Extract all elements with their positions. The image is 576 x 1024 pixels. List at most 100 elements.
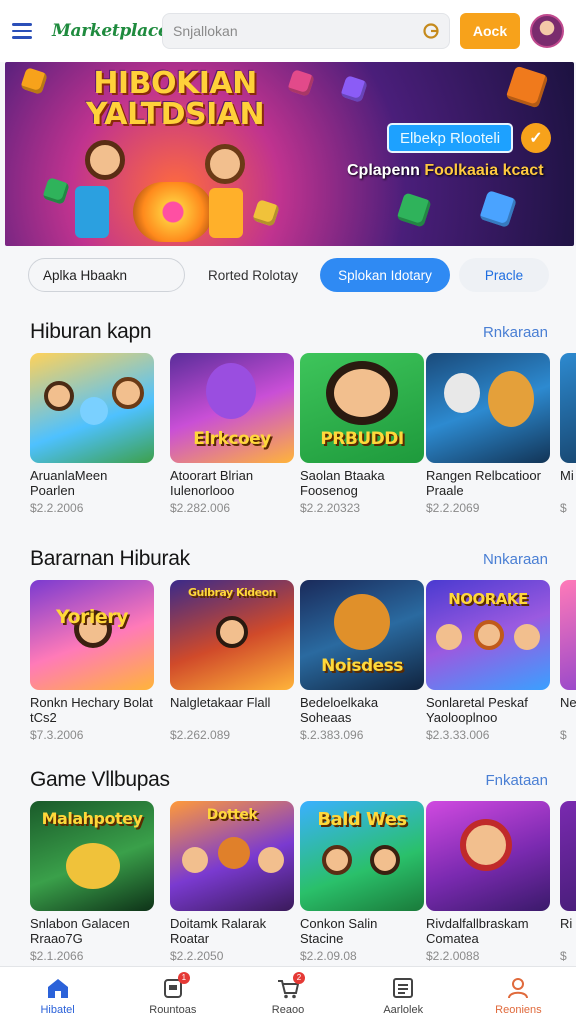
nav-item-list[interactable]: Aarlolek <box>346 967 461 1024</box>
product-card[interactable]: AruanlaMeen Poarlen $2.2.2006 <box>30 353 154 515</box>
header-action-button[interactable]: Aock <box>460 13 520 49</box>
section-title: Hiburan kapn <box>30 320 152 343</box>
product-card[interactable]: Rivdalfallbraskam Comatea $2.2.0088 <box>426 801 550 963</box>
product-title: Snlabon Galacen Rraao7G <box>30 916 130 946</box>
product-thumbnail <box>560 801 576 911</box>
product-title: Rangen Relbcatioor Praale <box>426 468 541 498</box>
app-logo[interactable]: Marketplace <box>52 21 169 41</box>
product-thumbnail: Noisdess <box>300 580 424 690</box>
nav-label: Hibatel <box>40 1003 75 1016</box>
product-thumbnail <box>426 801 550 911</box>
notification-badge: 1 <box>177 971 190 984</box>
nav-label: Reoniens <box>495 1003 542 1016</box>
cube-decoration <box>479 190 517 228</box>
product-card[interactable]: Noisdess Bedeloelkaka Soheaas $.2.383.09… <box>300 580 424 742</box>
product-title: Ronkn Hechary Bolat tCs2 <box>30 695 153 725</box>
banner-subtitle-highlight: Foolkaaia kcact <box>424 162 544 179</box>
product-price: $.2.383.096 <box>300 728 364 742</box>
user-avatar[interactable] <box>530 14 564 48</box>
product-thumbnail <box>426 353 550 463</box>
product-card[interactable]: Gulbray Kideon Nalgletakaar Flall $2.262… <box>170 580 294 742</box>
nav-item-games[interactable]: 1 Rountoas <box>115 967 230 1024</box>
product-price: $2.2.0088 <box>426 949 480 963</box>
product-price: $ <box>560 501 567 515</box>
product-title: Doitamk Ralarak Roatar <box>170 916 267 946</box>
product-price: $2.2.2006 <box>30 501 84 515</box>
product-title: AruanlaMeen Poarlen <box>30 468 108 498</box>
nav-item-home[interactable]: Hibatel <box>0 967 115 1024</box>
product-row: Yoriery Ronkn Hechary Bolat tCs2 $7.3.20… <box>30 580 576 750</box>
machine-illustration <box>133 182 213 242</box>
product-title: Rivdalfallbraskam Comatea <box>426 916 529 946</box>
product-row: Malahpotey Snlabon Galacen Rraao7G $2.1.… <box>30 801 576 971</box>
menu-icon[interactable] <box>12 16 42 46</box>
product-card[interactable]: Malahpotey Snlabon Galacen Rraao7G $2.1.… <box>30 801 154 963</box>
cube-decoration <box>42 177 70 205</box>
product-price: $ <box>560 949 567 963</box>
nav-item-cart[interactable]: 2 Reaoo <box>230 967 345 1024</box>
search-bar[interactable] <box>162 13 450 49</box>
product-thumbnail: Elrkcoey <box>170 353 294 463</box>
product-thumbnail: NOORAKE <box>426 580 550 690</box>
refresh-search-icon[interactable] <box>421 21 441 41</box>
product-price: $2.282.006 <box>170 501 231 515</box>
banner-subtitle-prefix: Cplapenn <box>347 162 425 179</box>
gamepad-icon: 1 <box>160 971 190 1000</box>
nav-label: Rountoas <box>149 1003 197 1016</box>
product-card[interactable]: Rangen Relbcatioor Praale $2.2.2069 <box>426 353 550 515</box>
cube-decoration <box>287 69 315 97</box>
section-header: Game Vllbupas Fnkataan <box>30 768 548 792</box>
product-price: $2.262.089 <box>170 728 231 742</box>
filter-chip-active[interactable]: Splokan Idotary <box>320 258 450 292</box>
product-title: Sonlaretal Peskaf Yaolooplnoo <box>426 695 528 725</box>
product-thumbnail: Bald Wes <box>300 801 424 911</box>
banner-title: HIBOKIAN YALTDSIAN <box>85 66 265 132</box>
product-price: $7.3.2006 <box>30 728 84 742</box>
product-title: Atoorart Blrian Iulenorlooo <box>170 468 254 498</box>
product-thumbnail: PRBUDDI <box>300 353 424 463</box>
see-all-link[interactable]: Fnkataan <box>485 772 548 789</box>
product-thumbnail <box>30 353 154 463</box>
nav-item-profile[interactable]: Reoniens <box>461 967 576 1024</box>
search-input[interactable] <box>173 23 421 39</box>
promo-banner[interactable]: HIBOKIAN YALTDSIAN Elbekp Rlooteli ✓ Cpl… <box>5 62 574 246</box>
product-price: $2.1.2066 <box>30 949 84 963</box>
character-illustration <box>85 140 125 180</box>
product-card[interactable]: NOORAKE Sonlaretal Peskaf Yaolooplnoo $2… <box>426 580 550 742</box>
filter-chip[interactable]: Pracle <box>459 258 549 292</box>
product-title: Ne Gs <box>560 695 576 710</box>
banner-badge-icon[interactable]: ✓ <box>521 123 551 153</box>
product-thumbnail: Malahpotey <box>30 801 154 911</box>
product-title: Nalgletakaar Flall <box>170 695 271 710</box>
product-card[interactable]: Ri Ir $ <box>560 801 576 963</box>
top-bar: Marketplace Aock <box>0 0 576 62</box>
product-card[interactable]: Dottek Doitamk Ralarak Roatar $2.2.2050 <box>170 801 294 963</box>
product-thumbnail <box>560 353 576 463</box>
see-all-link[interactable]: Nnkaraan <box>483 551 548 568</box>
product-card[interactable]: Bald Wes Conkon Salin Stacine $2.2.09.08 <box>300 801 424 963</box>
bottom-navigation: Hibatel 1 Rountoas 2 Reaoo Aarlolek Reon… <box>0 966 576 1024</box>
product-card[interactable]: PRBUDDI Saolan Btaaka Foosenog $2.2.2032… <box>300 353 424 515</box>
product-card[interactable]: Yoriery Ronkn Hechary Bolat tCs2 $7.3.20… <box>30 580 154 742</box>
product-card[interactable]: Mi Te $ <box>560 353 576 515</box>
product-title: Mi Te <box>560 468 576 483</box>
see-all-link[interactable]: Rnkaraan <box>483 324 548 341</box>
product-price: $2.2.2069 <box>426 501 480 515</box>
product-card[interactable]: Ne Gs $ <box>560 580 576 742</box>
filter-chip[interactable]: Aplka Hbaakn <box>28 258 185 292</box>
product-price: $2.2.2050 <box>170 949 224 963</box>
product-title: Saolan Btaaka Foosenog <box>300 468 385 498</box>
product-price: $ <box>560 728 567 742</box>
product-thumbnail: Dottek <box>170 801 294 911</box>
filter-chip[interactable]: Rorted Rolotay <box>188 258 318 292</box>
banner-button[interactable]: Elbekp Rlooteli <box>387 123 513 153</box>
cube-decoration <box>396 192 432 228</box>
section-title: Bararnan Hiburak <box>30 547 190 570</box>
product-card[interactable]: Elrkcoey Atoorart Blrian Iulenorlooo $2.… <box>170 353 294 515</box>
character-illustration <box>205 144 245 184</box>
cart-icon: 2 <box>275 971 305 1000</box>
product-thumbnail: Gulbray Kideon <box>170 580 294 690</box>
section-header: Bararnan Hiburak Nnkaraan <box>30 547 548 571</box>
product-title: Bedeloelkaka Soheaas <box>300 695 379 725</box>
nav-label: Aarlolek <box>383 1003 424 1016</box>
